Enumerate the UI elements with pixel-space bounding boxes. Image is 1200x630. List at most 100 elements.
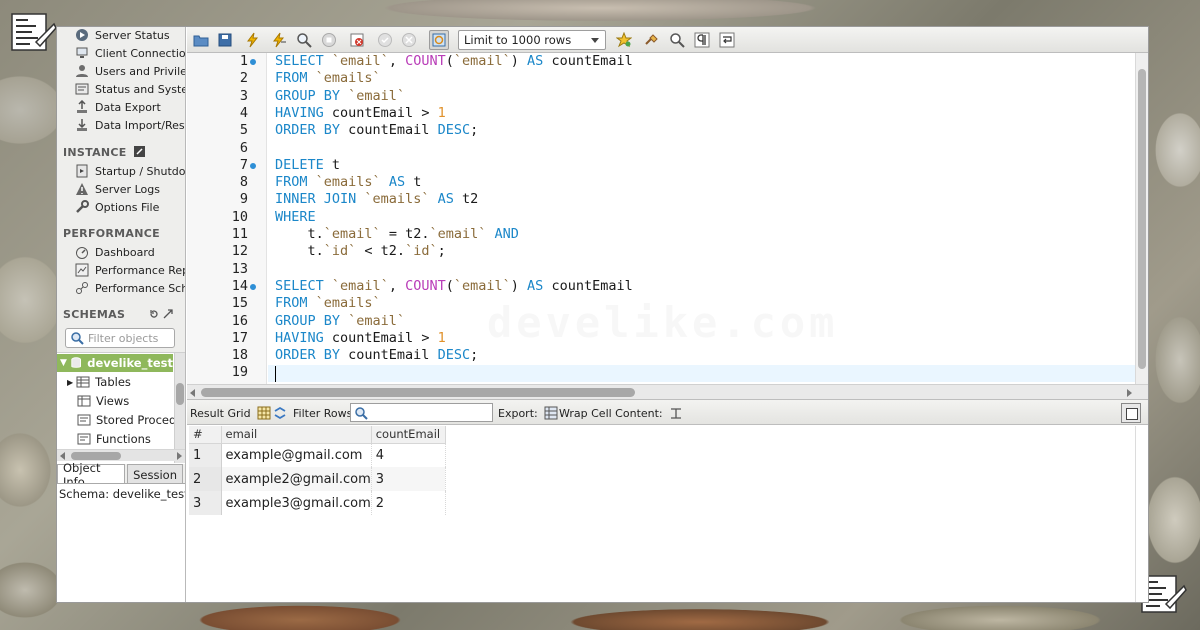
result-grid-tab[interactable]: Result Grid — [190, 400, 271, 426]
find-button[interactable] — [667, 30, 687, 50]
filter-rows-input[interactable] — [350, 403, 493, 422]
stop-button[interactable] — [319, 30, 339, 50]
nav-data-export[interactable]: Data Export — [75, 99, 161, 115]
line-gutter: 1 2 3 4 5 6 7 8 9 10 11 12 13 14 15 16 1… — [187, 53, 267, 384]
line-number: 3 — [239, 87, 248, 104]
startup-shutdown-icon — [76, 164, 88, 178]
code-line: DELETE t — [275, 156, 341, 173]
beautify-button[interactable] — [642, 30, 662, 50]
instance-info-icon[interactable] — [133, 146, 145, 157]
code-line: FROM `emails` — [275, 70, 381, 87]
editor-vertical-scrollbar[interactable] — [1135, 53, 1148, 384]
nav-data-import[interactable]: Data Import/Restore — [75, 117, 185, 133]
nav-dashboard[interactable]: Dashboard — [75, 244, 155, 260]
tab-object-info[interactable]: Object Info — [57, 461, 126, 489]
nav-server-status[interactable]: Server Status — [75, 27, 170, 43]
tree-item-stored-procedures[interactable]: Stored Procedures — [77, 411, 185, 429]
execute-current-button[interactable] — [269, 30, 289, 50]
toggle-error-button[interactable] — [347, 30, 367, 50]
scroll-thumb[interactable] — [1138, 69, 1146, 369]
tree-label: Stored Procedures — [96, 413, 185, 427]
scroll-right-icon[interactable] — [177, 452, 182, 460]
scroll-thumb[interactable] — [71, 452, 121, 460]
cell-countemail[interactable]: 4 — [371, 443, 446, 467]
filter-objects-input[interactable]: Filter objects — [65, 328, 175, 348]
grid-vertical-scrollbar[interactable] — [1135, 426, 1148, 602]
wrap-cell-icon — [670, 408, 681, 419]
schema-tree: ▼ develike_test ▶ Tables Views Stored Pr… — [57, 352, 185, 464]
expand-arrow-icon[interactable]: ▶ — [67, 378, 73, 387]
column-header-countemail[interactable]: countEmail — [371, 426, 446, 444]
nav-client-connections[interactable]: Client Connections — [75, 45, 185, 61]
scroll-thumb[interactable] — [201, 388, 635, 397]
scroll-left-icon[interactable] — [190, 389, 195, 397]
cell-email[interactable]: example2@gmail.com — [221, 467, 372, 491]
tree-horizontal-scrollbar[interactable] — [57, 449, 185, 461]
open-file-button[interactable] — [191, 30, 211, 50]
table-row[interactable]: 2 example2@gmail.com 3 — [189, 467, 446, 491]
line-number: 6 — [239, 139, 248, 156]
nav-users-privileges[interactable]: Users and Privileges — [75, 63, 185, 79]
sql-editor[interactable]: 1 2 3 4 5 6 7 8 9 10 11 12 13 14 15 16 1… — [187, 53, 1148, 399]
magnifier-icon — [297, 33, 312, 48]
scroll-thumb[interactable] — [176, 383, 184, 405]
rollback-button[interactable] — [399, 30, 419, 50]
cell-email[interactable]: example@gmail.com — [221, 443, 372, 467]
nav-startup-shutdown[interactable]: Startup / Shutdown — [75, 163, 185, 179]
tree-item-views[interactable]: Views — [77, 392, 129, 410]
nav-options-file[interactable]: Options File — [75, 199, 159, 215]
refresh-schemas-icon[interactable] — [149, 309, 159, 319]
scroll-right-icon[interactable] — [1127, 389, 1132, 397]
wrap-lines-button[interactable] — [717, 30, 737, 50]
table-row[interactable]: 1 example@gmail.com 4 — [189, 443, 446, 467]
autocommit-toggle[interactable] — [429, 30, 449, 50]
current-line-highlight — [268, 365, 1135, 382]
code-line: HAVING countEmail > 1 — [275, 104, 446, 121]
column-header-rownum[interactable]: # — [189, 426, 222, 444]
filter-rows-label: Filter Rows: — [293, 406, 357, 420]
nav-label: Data Export — [95, 100, 161, 114]
wrap-cell-group[interactable]: Wrap Cell Content: — [559, 400, 683, 426]
cell-countemail[interactable]: 2 — [371, 491, 446, 515]
result-toolbar: Result Grid Filter Rows: Export: Wrap Ce… — [187, 399, 1148, 425]
column-header-email[interactable]: email — [221, 426, 372, 444]
schema-item-develike-test[interactable]: ▼ develike_test — [57, 354, 173, 372]
tab-session[interactable]: Session — [127, 464, 183, 484]
statement-marker-icon — [250, 163, 256, 169]
expand-schemas-icon[interactable] — [163, 309, 173, 319]
toggle-side-panel-button[interactable] — [1121, 403, 1141, 423]
rollback-icon — [402, 33, 416, 47]
nav-label: Data Import/Restore — [95, 118, 185, 132]
watermark: develike.com — [487, 298, 839, 347]
code-line: FROM `emails` — [275, 295, 381, 312]
nav-label: Options File — [95, 200, 160, 214]
save-button[interactable] — [215, 30, 235, 50]
nav-server-logs[interactable]: Server Logs — [75, 181, 160, 197]
commit-button[interactable] — [375, 30, 395, 50]
tree-item-tables[interactable]: ▶ Tables — [67, 373, 131, 391]
add-snippet-button[interactable] — [614, 30, 634, 50]
error-toggle-icon — [350, 33, 364, 47]
limit-rows-select[interactable]: Limit to 1000 rows — [458, 30, 606, 50]
invisible-chars-button[interactable] — [692, 30, 712, 50]
performance-schema-icon — [76, 282, 88, 294]
execute-button[interactable] — [243, 30, 263, 50]
nav-performance-reports[interactable]: Performance Reports — [75, 262, 185, 278]
nav-performance-schema[interactable]: Performance Schema Setup — [75, 280, 185, 296]
table-row[interactable]: 3 example3@gmail.com 2 — [189, 491, 446, 515]
explain-button[interactable] — [294, 30, 314, 50]
cell-countemail[interactable]: 3 — [371, 467, 446, 491]
tree-vertical-scrollbar[interactable] — [174, 353, 185, 463]
client-connections-icon — [76, 47, 88, 58]
code-line: ORDER BY countEmail DESC; — [275, 122, 479, 139]
scroll-left-icon[interactable] — [60, 452, 65, 460]
cell-email[interactable]: example3@gmail.com — [221, 491, 372, 515]
tree-item-functions[interactable]: Functions — [77, 430, 151, 448]
editor-horizontal-scrollbar[interactable] — [187, 384, 1148, 399]
nav-status-variables[interactable]: Status and System Variables — [75, 81, 185, 97]
code-line: INNER JOIN `emails` AS t2 — [275, 191, 479, 208]
broom-icon — [645, 34, 658, 45]
export-group[interactable]: Export: — [498, 400, 558, 426]
expand-arrow-icon[interactable]: ▼ — [60, 358, 67, 368]
refresh-icon[interactable] — [273, 406, 287, 420]
